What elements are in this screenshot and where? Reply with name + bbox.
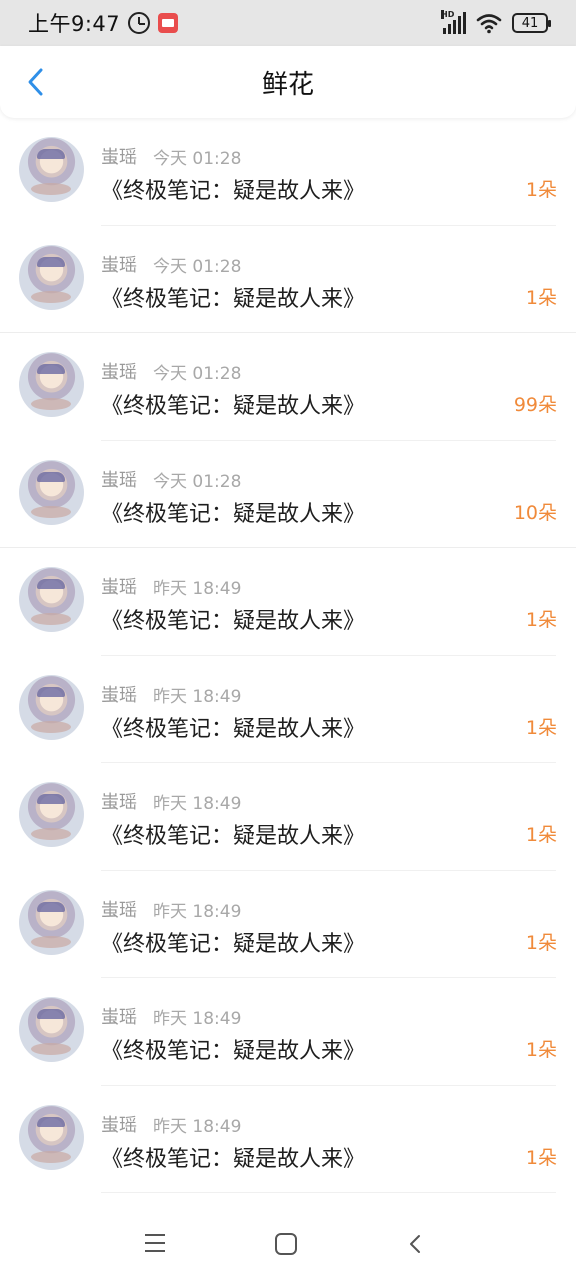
user-name: 蚩瑶 — [101, 792, 137, 813]
item-time: 今天 01:28 — [153, 471, 242, 492]
item-time: 昨天 18:49 — [153, 1116, 242, 1137]
avatar[interactable] — [19, 244, 84, 310]
item-time: 昨天 18:49 — [153, 1009, 242, 1029]
user-name: 蚩瑶 — [101, 254, 137, 276]
item-time: 昨天 18:49 — [153, 794, 242, 814]
item-time: 今天 01:28 — [153, 256, 242, 277]
list-item[interactable]: 蚩瑶 昨天 18:49 《终极笔记：疑是故人来》 1朵 — [0, 548, 576, 656]
item-time: 今天 01:28 — [153, 149, 242, 169]
list-item[interactable]: 蚩瑶 昨天 18:49 《终极笔记：疑是故人来》 1朵 — [0, 1086, 576, 1193]
alarm-clock-icon — [128, 12, 151, 34]
user-name: 蚩瑶 — [101, 1114, 137, 1136]
user-name: 蚩瑶 — [101, 577, 137, 598]
flower-count: 1朵 — [525, 286, 557, 309]
menu-lines-icon[interactable] — [145, 1234, 167, 1254]
avatar[interactable] — [19, 997, 84, 1062]
list-item[interactable]: 蚩瑶 昨天 18:49 《终极笔记：疑是故人来》 1朵 — [0, 763, 576, 871]
back-button[interactable] — [18, 64, 54, 100]
status-right: HD 41 — [441, 10, 551, 34]
status-time: 上午9:47 — [28, 12, 121, 36]
user-name: 蚩瑶 — [101, 362, 137, 383]
avatar[interactable] — [19, 674, 84, 740]
page-title: 鲜花 — [261, 69, 314, 100]
avatar[interactable] — [19, 459, 84, 525]
flower-count: 1朵 — [525, 824, 557, 846]
flower-count: 1朵 — [525, 716, 557, 739]
avatar[interactable] — [19, 889, 84, 955]
flower-count: 1朵 — [525, 1039, 557, 1061]
book-title: 《终极笔记：疑是故人来》 — [101, 609, 366, 634]
battery-icon: 41 — [512, 13, 551, 33]
list-item[interactable]: 蚩瑶 今天 01:28 《终极笔记：疑是故人来》 10朵 — [0, 441, 576, 548]
flower-count: 1朵 — [525, 931, 557, 954]
user-name: 蚩瑶 — [101, 469, 137, 491]
flower-count: 1朵 — [525, 609, 557, 631]
signal-bars-icon: HD — [441, 10, 466, 34]
wifi-icon — [476, 14, 502, 34]
status-left: 上午9:47 — [28, 8, 179, 38]
home-square-icon[interactable] — [275, 1233, 297, 1255]
list-item[interactable]: 蚩瑶 今天 01:28 《终极笔记：疑是故人来》 1朵 — [0, 226, 576, 333]
list-item[interactable]: 蚩瑶 昨天 18:49 《终极笔记：疑是故人来》 1朵 — [0, 656, 576, 763]
book-title: 《终极笔记：疑是故人来》 — [101, 286, 366, 312]
book-title: 《终极笔记：疑是故人来》 — [101, 179, 366, 204]
battery-level: 41 — [521, 15, 539, 31]
avatar[interactable] — [19, 782, 84, 847]
chevron-left-icon — [28, 68, 43, 96]
user-name: 蚩瑶 — [101, 684, 137, 706]
book-title: 《终极笔记：疑是故人来》 — [101, 1146, 366, 1172]
book-title: 《终极笔记：疑是故人来》 — [101, 1039, 366, 1064]
avatar[interactable] — [19, 1104, 84, 1170]
avatar[interactable] — [19, 352, 84, 417]
list-item[interactable]: 蚩瑶 昨天 18:49 《终极笔记：疑是故人来》 1朵 — [0, 871, 576, 978]
book-title: 《终极笔记：疑是故人来》 — [101, 824, 366, 849]
list-item[interactable]: 蚩瑶 今天 01:28 《终极笔记：疑是故人来》 1朵 — [0, 118, 576, 226]
avatar[interactable] — [19, 567, 84, 632]
item-time: 昨天 18:49 — [153, 901, 242, 922]
book-title: 《终极笔记：疑是故人来》 — [101, 931, 366, 957]
app-notification-icon — [158, 13, 179, 33]
flower-count: 1朵 — [525, 1146, 557, 1169]
item-time: 今天 01:28 — [153, 364, 242, 384]
header: 鲜花 — [0, 46, 576, 118]
book-title: 《终极笔记：疑是故人来》 — [101, 394, 366, 419]
item-time: 昨天 18:49 — [153, 579, 242, 599]
system-nav-bar — [0, 1212, 576, 1280]
list-item[interactable]: 蚩瑶 昨天 18:49 《终极笔记：疑是故人来》 1朵 — [0, 978, 576, 1086]
user-name: 蚩瑶 — [101, 899, 137, 921]
book-title: 《终极笔记：疑是故人来》 — [101, 716, 366, 742]
divider — [101, 1192, 556, 1193]
book-title: 《终极笔记：疑是故人来》 — [101, 501, 366, 527]
list-item[interactable]: 蚩瑶 今天 01:28 《终极笔记：疑是故人来》 99朵 — [0, 333, 576, 441]
user-name: 蚩瑶 — [101, 1007, 137, 1028]
item-time: 昨天 18:49 — [153, 686, 242, 707]
avatar[interactable] — [19, 137, 84, 202]
user-name: 蚩瑶 — [101, 147, 137, 168]
signal-hd-label: HD — [441, 10, 455, 19]
flower-count: 99朵 — [513, 394, 557, 416]
flower-count: 1朵 — [525, 179, 557, 201]
flower-list: 蚩瑶 今天 01:28 《终极笔记：疑是故人来》 1朵 蚩瑶 今天 01:28 … — [0, 118, 576, 1193]
back-chevron-icon[interactable] — [405, 1233, 427, 1255]
status-bar: 上午9:47 HD 41 — [0, 0, 576, 46]
flower-count: 10朵 — [513, 501, 557, 524]
